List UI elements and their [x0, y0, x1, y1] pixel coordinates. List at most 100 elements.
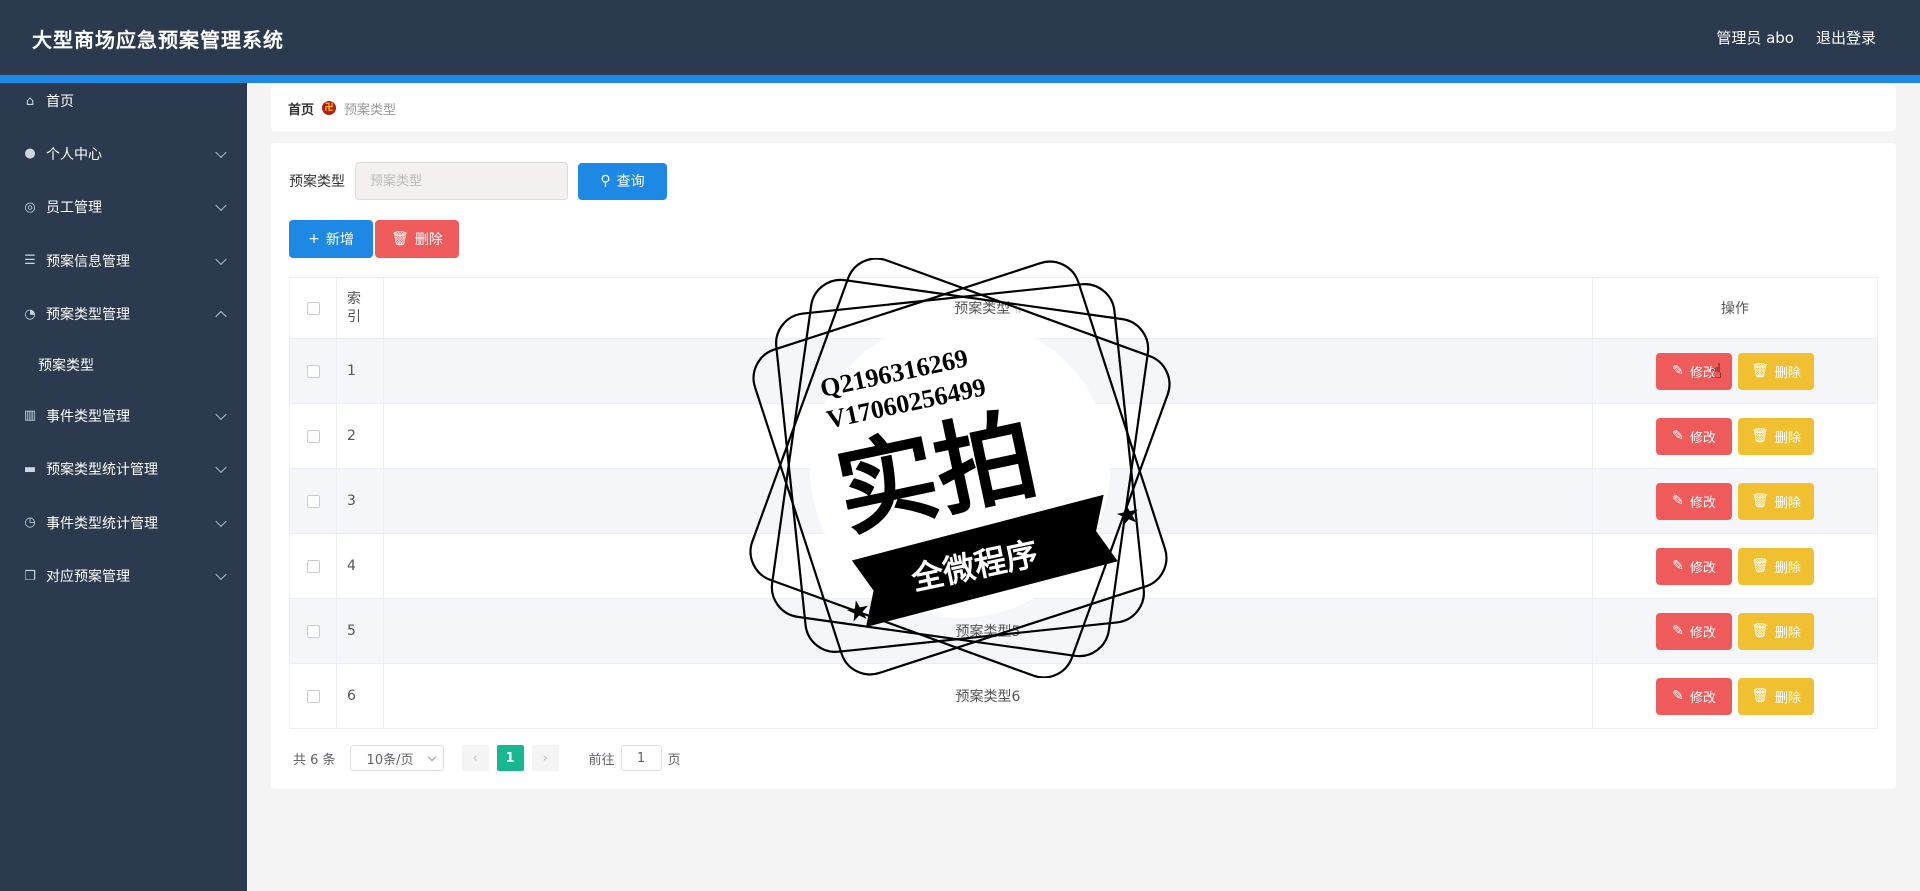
trash-icon: 🗑	[1751, 493, 1769, 509]
page-size-select[interactable]: 10条/页	[349, 745, 444, 771]
row-index: 4	[336, 533, 384, 599]
home-icon: ⌂	[25, 93, 35, 109]
sidebar-item-plan-type[interactable]: ◔ 预案类型管理	[0, 288, 247, 342]
logout-button[interactable]: 退出登录	[1816, 27, 1876, 48]
row-check-cell	[289, 663, 337, 729]
row-name: 预案类型6	[383, 663, 1593, 729]
table-row: 3 预案类型3 ✎ 修改 🗑 删除	[289, 468, 1878, 534]
delete-button-label: 删除	[1774, 365, 1801, 381]
add-button[interactable]: + 新增	[289, 220, 373, 258]
column-header-ops: 操作	[1592, 277, 1878, 339]
column-header-name[interactable]: 预案类型 ⇅	[383, 277, 1593, 339]
row-name: 预案类型5	[383, 598, 1593, 664]
row-index: 3	[336, 468, 384, 534]
delete-button[interactable]: 🗑 删除	[1738, 482, 1814, 520]
edit-button[interactable]: ✎ 修改	[1656, 612, 1732, 650]
chevron-down-icon	[215, 568, 227, 581]
edit-button[interactable]: ✎ 修改	[1656, 677, 1732, 715]
goto-page-input[interactable]: 1	[620, 745, 662, 771]
breadcrumb-home[interactable]: 首页	[288, 99, 314, 118]
table-row: 4 预案类型4 ✎ 修改 🗑 删除	[289, 533, 1878, 599]
delete-button[interactable]: 🗑 删除	[1738, 677, 1814, 715]
row-check-cell	[289, 338, 337, 404]
pencil-icon: ✎	[1672, 623, 1684, 639]
row-check-cell	[289, 598, 337, 664]
row-checkbox[interactable]	[306, 624, 320, 638]
sidebar-item-label: 个人中心	[46, 146, 102, 163]
header-stripe	[0, 75, 1920, 83]
edit-button[interactable]: ✎ 修改	[1656, 547, 1732, 585]
sidebar-item-label: 对应预案管理	[46, 569, 130, 586]
sidebar-item-staff[interactable]: ◎ 员工管理	[0, 181, 247, 235]
row-index: 1	[336, 338, 384, 404]
sidebar-subitem-plan-type[interactable]: 预案类型	[0, 341, 247, 389]
edit-button-label: 修改	[1689, 690, 1716, 706]
batch-delete-button[interactable]: 🗑 删除	[375, 220, 459, 258]
content-panel: 预案类型 ⚲ 查询 + 新增 🗑 删除 索引 预案类型⇅ 操作	[271, 143, 1896, 789]
row-ops: ✎ 修改 🗑 删除	[1592, 403, 1878, 469]
hand-cursor-icon: ☝	[1710, 359, 1723, 383]
pencil-icon: ✎	[1672, 428, 1684, 444]
delete-button[interactable]: 🗑 删除	[1738, 352, 1814, 390]
breadcrumb-separator-icon: 卍	[322, 101, 337, 115]
delete-button-label: 删除	[1774, 625, 1801, 641]
breadcrumb-current: 预案类型	[344, 102, 397, 118]
sidebar-item-label: 事件类型统计管理	[46, 515, 158, 532]
delete-button[interactable]: 🗑 删除	[1738, 612, 1814, 650]
sort-icon[interactable]: ⇅	[1014, 306, 1022, 316]
chevron-up-icon	[215, 310, 227, 323]
delete-button-label: 删除	[1774, 560, 1801, 576]
row-checkbox[interactable]	[306, 559, 320, 573]
row-index: 2	[336, 403, 384, 469]
delete-button-label: 删除	[414, 232, 443, 248]
search-input[interactable]	[355, 162, 568, 200]
list-icon: ☰	[24, 253, 36, 269]
copy-icon: ❐	[24, 568, 36, 584]
row-checkbox[interactable]	[306, 429, 320, 443]
add-button-label: 新增	[325, 232, 354, 248]
edit-button-label: 修改	[1689, 625, 1716, 641]
sidebar-item-label: 首页	[46, 94, 74, 110]
delete-button[interactable]: 🗑 删除	[1738, 547, 1814, 585]
sidebar-item-related-plan[interactable]: ❐ 对应预案管理	[0, 550, 247, 604]
search-icon: ⚲	[600, 173, 611, 189]
sidebar: ⌂ 首页 ● 个人中心 ◎ 员工管理 ☰ 预案信息管理 ◔ 预案类型管理 预案类…	[0, 83, 247, 891]
delete-button-label: 删除	[1774, 495, 1801, 511]
user-label[interactable]: 管理员 abo	[1716, 27, 1794, 48]
edit-button[interactable]: ✎ 修改	[1656, 482, 1732, 520]
prev-page-button[interactable]: ‹	[461, 745, 489, 771]
app-title: 大型商场应急预案管理系统	[32, 28, 284, 52]
edit-button-label: 修改	[1689, 495, 1716, 511]
row-checkbox[interactable]	[306, 494, 320, 508]
chat-icon: ▬	[23, 461, 37, 477]
header-index-label: 索引	[347, 291, 361, 325]
sidebar-item-event-stats[interactable]: ◷ 事件类型统计管理	[0, 496, 247, 550]
delete-button[interactable]: 🗑 删除	[1738, 417, 1814, 455]
row-checkbox[interactable]	[306, 689, 320, 703]
sidebar-item-label: 员工管理	[46, 200, 102, 217]
trash-icon: 🗑	[1751, 688, 1769, 704]
page-number-current[interactable]: 1	[496, 745, 524, 771]
chevron-down-icon	[215, 515, 227, 527]
row-ops: ✎ 修改 🗑 删除	[1592, 468, 1878, 534]
trash-icon: 🗑	[1751, 363, 1769, 379]
select-all-checkbox[interactable]	[306, 301, 320, 315]
sidebar-item-plan-stats[interactable]: ▬ 预案类型统计管理	[0, 443, 247, 497]
trash-icon: 🗑	[1751, 623, 1769, 639]
sidebar-item-event-type[interactable]: ▥ 事件类型管理	[0, 389, 247, 443]
delete-button-label: 删除	[1774, 690, 1801, 706]
row-ops: ✎ 修改 🗑 删除	[1592, 533, 1878, 599]
sidebar-item-home[interactable]: ⌂ 首页	[0, 83, 247, 119]
row-name: 预案类型4	[383, 533, 1593, 599]
main-content: 首页 卍 预案类型 预案类型 ⚲ 查询 + 新增 🗑 删除 索引	[247, 83, 1920, 891]
next-page-button[interactable]: ›	[531, 745, 559, 771]
top-header: 大型商场应急预案管理系统 管理员 abo 退出登录	[0, 0, 1920, 83]
sidebar-item-profile[interactable]: ● 个人中心	[0, 127, 247, 181]
search-label: 预案类型	[289, 174, 345, 190]
query-button[interactable]: ⚲ 查询	[578, 162, 667, 200]
row-checkbox[interactable]	[306, 364, 320, 378]
row-name: 预案类型3	[383, 468, 1593, 534]
edit-button[interactable]: ✎ 修改	[1656, 417, 1732, 455]
sidebar-item-plan-info[interactable]: ☰ 预案信息管理	[0, 234, 247, 288]
goto-suffix: 页	[667, 752, 681, 768]
